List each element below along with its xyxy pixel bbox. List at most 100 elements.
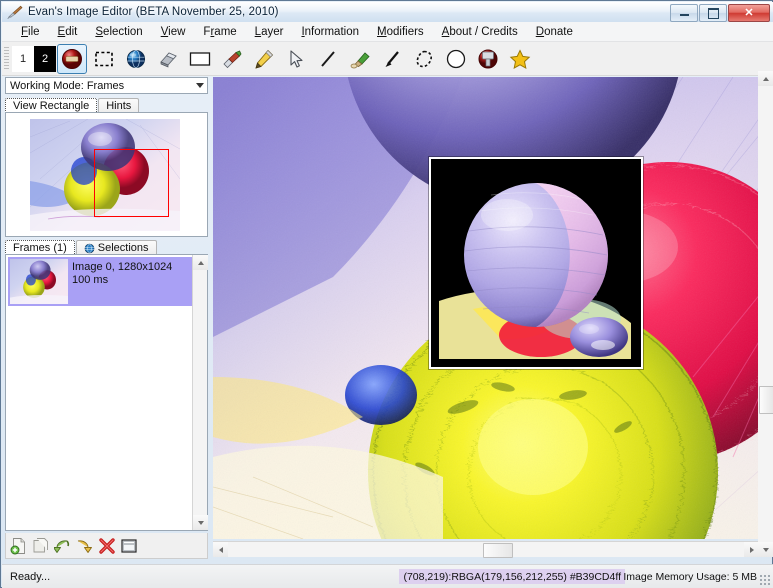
- menu-information[interactable]: Information: [292, 24, 368, 40]
- frames-list[interactable]: Image 0, 1280x1024 100 ms: [5, 254, 208, 531]
- chevron-up-icon: [197, 260, 204, 265]
- chevron-down-icon: [197, 520, 204, 525]
- application-window: Evan's Image Editor (BETA November 25, 2…: [0, 0, 773, 588]
- chevron-down-icon: [196, 83, 204, 88]
- move-frame-right-icon[interactable]: [75, 536, 95, 556]
- canvas-vertical-scrollbar[interactable]: [758, 71, 773, 557]
- pixel-info: (708,219):RBGA(179,156,212,255) #B39CD4f…: [399, 569, 625, 584]
- scroll-up-button[interactable]: [758, 71, 773, 86]
- zoom-preview-window[interactable]: [429, 157, 643, 369]
- chevron-down-icon: [762, 547, 769, 552]
- ellipse-icon: [446, 49, 466, 68]
- paint-bucket-icon: [223, 49, 242, 68]
- memory-usage: Image Memory Usage: 5 MB: [623, 570, 757, 583]
- globe-icon: [126, 49, 146, 68]
- tab-hints[interactable]: Hints: [98, 98, 140, 113]
- rectangle-tool[interactable]: [185, 44, 215, 74]
- scroll-up-button[interactable]: [193, 255, 208, 270]
- color-picker-tool[interactable]: [57, 43, 87, 74]
- menu-about[interactable]: About / Credits: [433, 24, 527, 40]
- menu-donate[interactable]: Donate: [527, 24, 582, 40]
- rectangle-icon: [189, 51, 211, 66]
- close-button[interactable]: ✕: [728, 4, 770, 22]
- primary-color-swatch[interactable]: 1: [12, 45, 34, 72]
- stamp-icon: [478, 49, 498, 68]
- new-frame-icon[interactable]: [9, 536, 29, 556]
- status-bar: Ready... (708,219):RBGA(179,156,212,255)…: [2, 564, 773, 588]
- line-tool[interactable]: [313, 44, 343, 74]
- primary-color-label: 1: [19, 52, 27, 65]
- secondary-color-swatch[interactable]: 2: [34, 45, 56, 72]
- minimize-button[interactable]: [670, 4, 698, 22]
- horizontal-scroll-thumb[interactable]: [483, 543, 513, 558]
- ellipse-tool[interactable]: [441, 44, 471, 74]
- maximize-button[interactable]: [699, 4, 727, 22]
- menu-frame[interactable]: Frame: [194, 24, 245, 40]
- rectangle-select-icon: [95, 51, 113, 66]
- minimize-icon: [679, 11, 689, 16]
- arrow-tool[interactable]: [377, 44, 407, 74]
- scroll-down-button[interactable]: [193, 515, 208, 530]
- tab-view-rectangle-label: View Rectangle: [13, 99, 90, 112]
- tab-view-rectangle[interactable]: View Rectangle: [5, 98, 98, 113]
- menu-modifiers[interactable]: Modifiers: [368, 24, 433, 40]
- frames-toolbar: [5, 533, 208, 559]
- image-canvas[interactable]: [213, 77, 773, 539]
- lasso-select-tool[interactable]: [409, 44, 439, 74]
- rectangle-select-tool[interactable]: [89, 44, 119, 74]
- frame-thumbnail: [10, 259, 68, 304]
- menu-layer[interactable]: Layer: [246, 24, 293, 40]
- close-icon: ✕: [744, 6, 754, 19]
- scroll-down-button[interactable]: [758, 542, 773, 557]
- list-item[interactable]: Image 0, 1280x1024 100 ms: [8, 257, 194, 306]
- tab-frames-label: Frames (1): [13, 241, 67, 254]
- toolbar-grip[interactable]: [4, 46, 9, 71]
- duplicate-frame-icon[interactable]: [31, 536, 51, 556]
- paint-bucket-tool[interactable]: [217, 44, 247, 74]
- window-controls: ✕: [670, 4, 770, 22]
- menu-edit[interactable]: Edit: [49, 24, 87, 40]
- frame-title: Image 0, 1280x1024: [72, 261, 173, 273]
- star-tool[interactable]: [505, 44, 535, 74]
- window-title: Evan's Image Editor (BETA November 25, 2…: [28, 6, 279, 18]
- cursor-select-tool[interactable]: [281, 44, 311, 74]
- title-bar: Evan's Image Editor (BETA November 25, 2…: [2, 2, 773, 22]
- move-frame-left-icon[interactable]: [53, 536, 73, 556]
- resize-grip-icon[interactable]: [759, 574, 771, 586]
- eraser-icon: [160, 51, 177, 68]
- menu-selection[interactable]: Selection: [86, 24, 151, 40]
- status-message: Ready...: [10, 570, 51, 583]
- tab-hints-label: Hints: [106, 100, 132, 112]
- frames-tabstrip: Frames (1) Selections: [5, 240, 208, 255]
- window-frame: Evan's Image Editor (BETA November 25, 2…: [0, 0, 773, 588]
- left-dock: Working Mode: Frames View Rectangle Hint…: [3, 77, 212, 562]
- canvas-horizontal-scrollbar[interactable]: [213, 541, 759, 558]
- pencil-tool[interactable]: [249, 44, 279, 74]
- menu-file[interactable]: File: [12, 24, 49, 40]
- vertical-scroll-thumb[interactable]: [759, 386, 773, 414]
- globe-tool[interactable]: [121, 44, 151, 74]
- frames-scrollbar[interactable]: [192, 255, 208, 530]
- maximize-icon: [707, 7, 719, 19]
- brush-tool[interactable]: [345, 44, 375, 74]
- brush-icon: [350, 51, 370, 68]
- tab-frames[interactable]: Frames (1): [5, 240, 75, 255]
- stamp-tool[interactable]: [473, 44, 503, 74]
- chevron-up-icon: [762, 76, 769, 81]
- pencil-icon: [255, 49, 274, 69]
- cursor-icon: [290, 49, 303, 68]
- tab-selections[interactable]: Selections: [75, 240, 157, 255]
- chevron-right-icon: [749, 546, 754, 553]
- frame-label: Image 0, 1280x1024 100 ms: [72, 257, 172, 287]
- menu-view[interactable]: View: [152, 24, 195, 40]
- view-rectangle-panel[interactable]: [5, 112, 208, 237]
- delete-frame-icon[interactable]: [97, 536, 117, 556]
- frame-properties-icon[interactable]: [119, 536, 139, 556]
- scroll-left-button[interactable]: [213, 542, 228, 557]
- zoom-preview-image: [431, 159, 641, 367]
- eraser-tool[interactable]: [153, 44, 183, 74]
- scroll-right-button[interactable]: [744, 542, 759, 557]
- tab-selections-label: Selections: [97, 242, 149, 254]
- working-mode-combo[interactable]: Working Mode: Frames: [5, 77, 208, 94]
- navigator-thumbnail: [30, 119, 180, 231]
